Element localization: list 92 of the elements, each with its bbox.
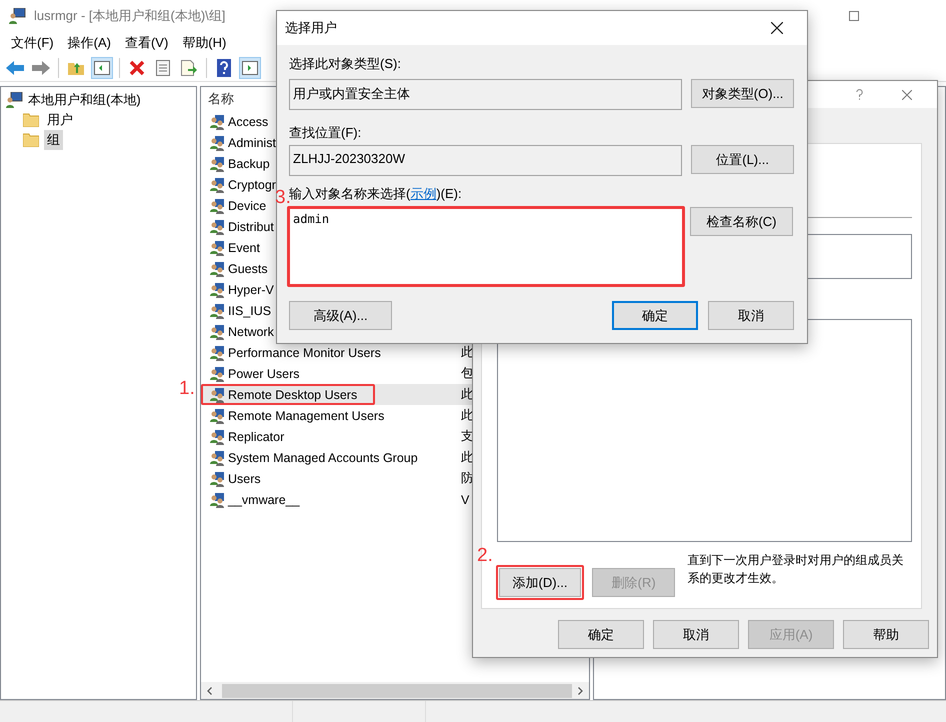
- user-group-icon: [209, 114, 225, 130]
- user-group-icon: [209, 156, 225, 172]
- table-cell: V: [461, 492, 470, 506]
- dialog-button[interactable]: 取消: [653, 620, 739, 649]
- group-name[interactable]: Event: [228, 240, 260, 254]
- pane-toggle-icon: [94, 60, 110, 74]
- user-group-icon: [209, 428, 225, 444]
- dialog-button[interactable]: 取消: [708, 301, 794, 330]
- field-label: 选择此对象类型(S):: [289, 55, 402, 73]
- user-group-icon: [209, 450, 225, 466]
- dialog-button[interactable]: 帮助: [843, 620, 929, 649]
- object-types-button[interactable]: 对象类型(O)...: [691, 79, 794, 108]
- tree-item[interactable]: 用户: [44, 110, 76, 130]
- scroll-left-icon[interactable]: [206, 686, 212, 694]
- add-button[interactable]: 添加(D)...: [499, 568, 581, 597]
- group-name[interactable]: Guests: [228, 262, 268, 276]
- examples-link[interactable]: 示例: [410, 186, 436, 201]
- user-group-icon: [209, 408, 225, 424]
- group-name[interactable]: Remote Management Users: [228, 408, 384, 422]
- user-group-icon: [209, 344, 225, 360]
- user-group-icon: [209, 240, 225, 256]
- toolbar-button[interactable]: [239, 56, 261, 78]
- check-names-button[interactable]: 检查名称(C): [690, 207, 793, 236]
- properties-icon: [156, 60, 170, 76]
- group-name[interactable]: Users: [228, 472, 261, 486]
- menu-item[interactable]: 帮助(H): [175, 34, 234, 52]
- delete-icon: [129, 60, 145, 76]
- toolbar-button[interactable]: [91, 56, 113, 78]
- user-group-icon: [209, 366, 225, 382]
- user-group-icon: [209, 470, 225, 486]
- column-header[interactable]: 名称: [208, 90, 234, 108]
- computer-users-icon: [8, 8, 26, 24]
- group-name[interactable]: Performance Monitor Users: [228, 346, 381, 360]
- group-name[interactable]: Cryptogr: [228, 178, 276, 192]
- folder-icon: [23, 133, 39, 147]
- tree-item[interactable]: 本地用户和组(本地): [28, 91, 141, 109]
- dialog-title: 选择用户: [285, 19, 338, 37]
- table-cell: 防: [461, 470, 474, 487]
- user-group-icon: [209, 218, 225, 234]
- user-group-icon: [209, 176, 225, 192]
- menu-item[interactable]: 操作(A): [60, 34, 118, 52]
- group-name[interactable]: Device: [228, 198, 266, 212]
- scroll-right-icon[interactable]: [578, 686, 584, 694]
- group-name[interactable]: System Managed Accounts Group: [228, 450, 418, 464]
- user-group-icon: [209, 302, 225, 318]
- group-name[interactable]: Network: [228, 324, 274, 338]
- group-name[interactable]: Remote Desktop Users: [228, 388, 358, 402]
- advanced-button[interactable]: 高级(A)...: [289, 301, 392, 330]
- field-label: 输入对象名称来选择(示例)(E):: [289, 186, 462, 201]
- menu-item[interactable]: 查看(V): [118, 34, 176, 52]
- user-group-icon: [209, 198, 225, 214]
- note-text: 直到下一次用户登录时对用户的组成员关系的更改才生效。: [687, 552, 904, 587]
- group-name[interactable]: Backup: [228, 156, 270, 170]
- pane-toggle-icon: [242, 60, 258, 74]
- help-icon[interactable]: [856, 89, 862, 100]
- group-name[interactable]: Distribut: [228, 220, 274, 234]
- user-group-icon: [209, 260, 225, 276]
- computer-users-icon: [5, 92, 23, 108]
- group-name[interactable]: __vmware__: [228, 492, 300, 506]
- group-name[interactable]: Replicator: [228, 430, 284, 444]
- group-name[interactable]: Power Users: [228, 366, 300, 380]
- callout-number: 1.: [179, 378, 195, 400]
- group-name[interactable]: Hyper-V: [228, 282, 274, 296]
- location-field: ZLHJJ-20230320W: [289, 145, 682, 176]
- folder-icon: [23, 113, 39, 127]
- user-group-icon: [209, 282, 225, 298]
- export-list-icon: [181, 60, 197, 76]
- group-name[interactable]: IIS_IUS: [228, 304, 272, 318]
- field-label: 查找位置(F):: [289, 124, 362, 142]
- folder-up-icon: [68, 60, 84, 74]
- table-cell: 支: [461, 428, 474, 445]
- dialog-button[interactable]: 确定: [612, 301, 698, 330]
- back-arrow-icon: [6, 60, 24, 74]
- window-title: lusrmgr - [本地用户和组(本地)\组]: [34, 7, 226, 25]
- user-group-icon: [209, 134, 225, 150]
- maximize-button[interactable]: [849, 11, 859, 21]
- user-group-icon: [209, 386, 225, 402]
- callout-number: 2.: [477, 545, 493, 567]
- forward-arrow-icon: [32, 60, 50, 74]
- user-group-icon: [209, 492, 225, 508]
- group-name[interactable]: Access: [228, 114, 268, 128]
- object-type-field: 用户或内置安全主体: [289, 79, 682, 110]
- horizontal-scrollbar[interactable]: [201, 682, 589, 699]
- menu-item[interactable]: 文件(F): [4, 34, 61, 52]
- help-icon: [217, 58, 231, 76]
- object-names-field[interactable]: admin: [287, 206, 685, 287]
- user-group-icon: [209, 324, 225, 340]
- dialog-button[interactable]: 确定: [558, 620, 644, 649]
- group-name[interactable]: Administ: [228, 136, 276, 150]
- locations-button[interactable]: 位置(L)...: [691, 145, 794, 174]
- tree-item[interactable]: 组: [44, 130, 63, 150]
- close-icon[interactable]: [771, 22, 783, 34]
